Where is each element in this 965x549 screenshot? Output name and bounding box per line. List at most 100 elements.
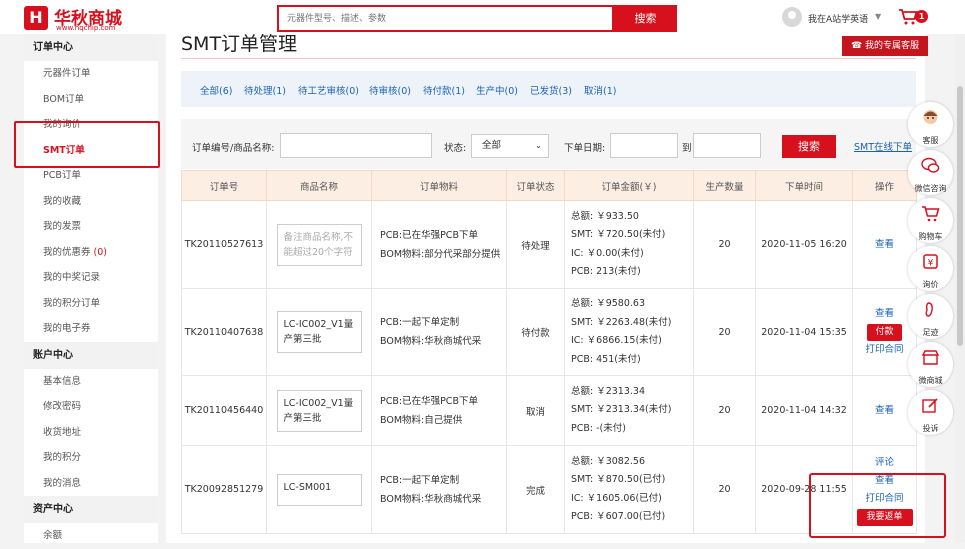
sidebar-item-prize-records[interactable]: 我的中奖记录 [24, 265, 158, 291]
start-date-input[interactable] [610, 133, 678, 158]
column-header: 生产数量 [693, 170, 756, 201]
inquiry-button[interactable]: ¥ 询价 [908, 246, 953, 291]
headset-icon: ☎ [850, 41, 866, 51]
top-header: H 华秋商城 www.hqchip.com 搜索 我在A站学英语 ▼ 1 [0, 0, 965, 34]
table-row: TK20110456440 LC-IC002_V1量产第三批 PCB:已在华强P… [181, 375, 917, 446]
search-button[interactable]: 搜索 [614, 5, 677, 32]
avatar[interactable] [782, 7, 802, 27]
order-time: 2020-11-04 14:32 [755, 375, 853, 446]
pay-button[interactable]: 付款 [867, 324, 902, 341]
print-contract-link[interactable]: 打印合同 [853, 341, 916, 359]
column-header: 订单物料 [371, 170, 507, 201]
wechat-consult-button[interactable]: 微信咨询 [908, 150, 953, 195]
customer-service-label: 客服 [922, 136, 939, 145]
user-name[interactable]: 我在A站学英语 [808, 12, 868, 25]
title-divider [181, 58, 916, 59]
sidebar-item-shipping-address[interactable]: 收货地址 [24, 420, 158, 446]
customer-service-button[interactable]: 客服 [908, 102, 953, 147]
product-name-input[interactable]: LC-IC002_V1量产第三批 [276, 311, 362, 353]
chevron-down-icon[interactable]: ▼ [875, 12, 881, 21]
order-number-link[interactable]: TK20110527613 [181, 200, 267, 289]
tab-process-review[interactable]: 待工艺审核(0) [298, 83, 359, 97]
amount-total: 总额: ￥933.50 [571, 210, 639, 222]
coupon-count: (0) [93, 246, 108, 258]
bom-material: BOM物料:华秋商城代采 [380, 336, 482, 347]
amount-total: 总额: ￥9580.63 [571, 298, 646, 309]
tab-cancelled[interactable]: 取消(1) [584, 83, 616, 97]
logo-icon[interactable]: H [24, 6, 48, 30]
amount-total: 总额: ￥3082.56 [571, 455, 646, 467]
search-box [277, 5, 614, 32]
sidebar-item-points-orders[interactable]: 我的积分订单 [24, 291, 158, 317]
exclusive-service-button[interactable]: ☎ 我的专属客服 [842, 36, 928, 56]
order-number-link[interactable]: TK20110407638 [181, 288, 267, 376]
sidebar-item-e-vouchers[interactable]: 我的电子券 [24, 316, 158, 342]
order-number-link[interactable]: TK20110456440 [181, 375, 267, 446]
sidebar-item-favorites[interactable]: 我的收藏 [24, 189, 158, 215]
amount-smt: SMT: ￥2263.48(未付) [571, 316, 672, 328]
tab-pending-payment[interactable]: 待付款(1) [423, 83, 465, 97]
product-name-input[interactable]: LC-IC002_V1量产第三批 [276, 389, 362, 432]
amount-smt: SMT: ￥2313.34(未付) [571, 404, 672, 416]
date-filter-label: 下单日期: [564, 143, 606, 154]
wechat-consult-label: 微信咨询 [914, 184, 947, 193]
product-name-input[interactable]: 备注商品名称,不能超过20个字符 [276, 223, 362, 266]
review-link[interactable]: 评论 [853, 454, 916, 472]
tab-review[interactable]: 待审核(0) [369, 83, 411, 97]
status-select[interactable]: 全部 ⌄ [471, 134, 549, 158]
smt-online-order-link[interactable]: SMT在线下单 [854, 139, 912, 153]
micro-store-button[interactable]: 微商城 [908, 342, 953, 387]
end-date-input[interactable] [693, 133, 761, 158]
footprint-button[interactable]: 足迹 [908, 294, 953, 339]
order-filter-input[interactable] [280, 133, 432, 158]
amount-ic: IC: ￥1605.06(已付) [571, 492, 662, 504]
tab-pending[interactable]: 待处理(1) [244, 83, 286, 97]
tab-shipped[interactable]: 已发货(3) [530, 83, 572, 97]
amount-ic: IC: ￥6866.15(未付) [571, 335, 662, 346]
bom-material: BOM物料:部分代采部分提供 [380, 248, 501, 260]
filter-search-button[interactable]: 搜索 [782, 135, 836, 158]
order-filter-label: 订单编号/商品名称: [192, 143, 275, 154]
sidebar-item-label: 我的优惠券 [43, 246, 91, 258]
order-status: 待付款 [506, 288, 565, 376]
price-tag-icon: ¥ [923, 254, 938, 269]
order-status: 完成 [506, 445, 565, 534]
order-number-link[interactable]: TK20092851279 [181, 445, 267, 534]
amount-pcb: PCB: ￥607.00(已付) [571, 511, 666, 522]
pcb-material: PCB:已在华强PCB下单 [380, 229, 478, 241]
status-filter-label: 状态: [444, 143, 467, 154]
tab-all[interactable]: 全部(6) [200, 83, 232, 97]
view-link[interactable]: 查看 [853, 236, 916, 254]
sidebar-item-balance[interactable]: 余额 [24, 523, 158, 549]
sidebar-item-my-points[interactable]: 我的积分 [24, 445, 158, 471]
production-quantity: 20 [693, 288, 756, 376]
view-link[interactable]: 查看 [853, 305, 916, 323]
search-input[interactable] [279, 7, 612, 30]
sidebar-item-invoices[interactable]: 我的发票 [24, 214, 158, 240]
logo-url: www.hqchip.com [56, 24, 116, 32]
column-header: 订单号 [181, 170, 267, 201]
sidebar-item-bom-orders[interactable]: BOM订单 [24, 87, 158, 113]
product-name-input[interactable]: LC-SM001 [276, 473, 362, 506]
sidebar-item-change-password[interactable]: 修改密码 [24, 394, 158, 420]
view-link[interactable]: 查看 [853, 402, 916, 420]
status-tabs: 全部(6) 待处理(1) 待工艺审核(0) 待审核(0) 待付款(1) 生产中(… [181, 71, 916, 107]
amount-smt: SMT: ￥720.50(未付) [571, 229, 666, 240]
sidebar-item-my-messages[interactable]: 我的消息 [24, 471, 158, 497]
scrollbar-thumb[interactable] [957, 86, 963, 346]
column-header: 商品名称 [266, 170, 372, 201]
sidebar-section-asset-center: 资产中心 [24, 496, 158, 523]
main-content: SMT订单管理 ☎ 我的专属客服 全部(6) 待处理(1) 待工艺审核(0) 待… [166, 33, 928, 543]
shopping-cart-button[interactable]: 购物车 [908, 198, 953, 243]
page-scrollbar[interactable] [955, 34, 965, 543]
complaint-label: 投诉 [922, 424, 939, 433]
bom-material: BOM物料:自己提供 [380, 414, 463, 426]
tab-in-production[interactable]: 生产中(0) [476, 83, 518, 97]
sidebar-item-coupons[interactable]: 我的优惠券 (0) [24, 240, 158, 266]
cart-count-badge: 1 [915, 10, 928, 23]
sidebar-item-component-orders[interactable]: 元器件订单 [24, 61, 158, 87]
sidebar-item-basic-info[interactable]: 基本信息 [24, 369, 158, 395]
order-time: 2020-11-05 16:20 [755, 200, 853, 289]
complaint-button[interactable]: 投诉 [908, 390, 953, 435]
amount-pcb: PCB: -(未付) [571, 422, 626, 434]
